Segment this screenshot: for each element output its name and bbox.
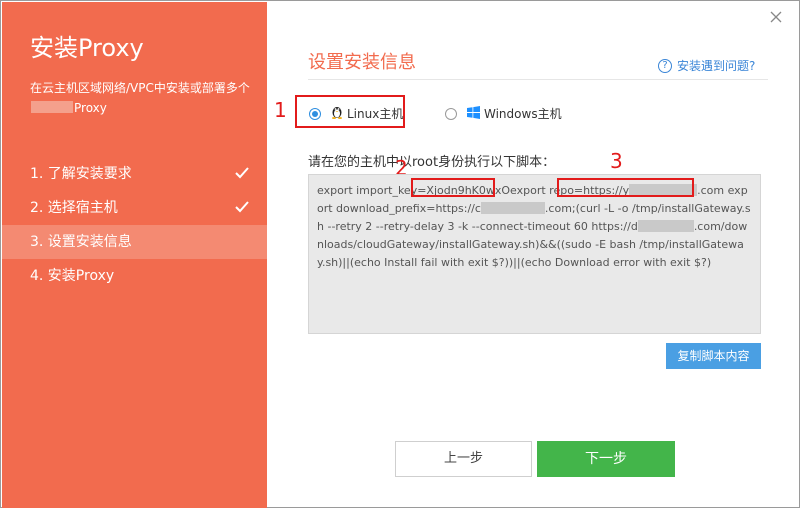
step-label: 4. 安装Proxy — [30, 268, 115, 284]
step-item-requirements[interactable]: 1. 了解安装要求 — [2, 157, 267, 191]
radio-button-unselected[interactable] — [445, 107, 457, 120]
redacted-text — [637, 220, 694, 232]
help-link[interactable]: ? 安装遇到问题? — [658, 57, 755, 74]
annotation-number-3: 3 — [610, 149, 623, 173]
dialog-window: 安装Proxy 在云主机区域网络/VPC中安装或部署多个 Proxy 1. 了解安… — [0, 0, 800, 508]
annotation-number-1: 1 — [274, 98, 287, 122]
step-list: 1. 了解安装要求 2. 选择宿主机 3. 设置安装信息 4. 安装Proxy — [2, 157, 267, 293]
sidebar: 安装Proxy 在云主机区域网络/VPC中安装或部署多个 Proxy 1. 了解安… — [2, 2, 267, 508]
step-label: 1. 了解安装要求 — [30, 166, 132, 182]
radio-windows-host[interactable]: Windows主机 — [445, 105, 562, 122]
divider — [308, 79, 768, 80]
question-icon: ? — [658, 58, 672, 73]
step-label: 3. 设置安装信息 — [30, 234, 132, 250]
step-label: 2. 选择宿主机 — [30, 200, 118, 216]
script-part: export import_key= — [317, 184, 427, 197]
annotation-box-repo-url — [557, 178, 694, 197]
radio-label-linux: Linux主机 — [347, 107, 404, 121]
radio-button-selected[interactable] — [309, 107, 321, 120]
step-item-install-info[interactable]: 3. 设置安装信息 — [2, 225, 267, 259]
step-item-select-host[interactable]: 2. 选择宿主机 — [2, 191, 267, 225]
radio-linux-host[interactable]: Linux主机 — [309, 105, 403, 122]
checkmark-icon — [235, 191, 251, 225]
redacted-text — [480, 202, 545, 214]
sidebar-title: 安装Proxy — [30, 34, 144, 62]
instruction-text: 请在您的主机中以root身份执行以下脚本： — [308, 155, 556, 170]
sidebar-description: 在云主机区域网络/VPC中安装或部署多个 Proxy — [30, 78, 260, 118]
checkmark-icon — [235, 157, 251, 191]
radio-label-windows: Windows主机 — [484, 107, 562, 121]
help-link-label: 安装遇到问题? — [677, 59, 756, 73]
linux-penguin-icon — [331, 105, 343, 122]
previous-step-button[interactable]: 上一步 — [395, 441, 532, 477]
page-title: 设置安装信息 — [308, 52, 416, 73]
sidebar-description-prefix: 在云主机区域网络/VPC中安装或部署多个 — [30, 81, 250, 95]
copy-script-button[interactable]: 复制脚本内容 — [666, 343, 761, 369]
repo-url-end: .com — [697, 184, 725, 197]
close-button[interactable] — [769, 9, 785, 25]
next-step-button[interactable]: 下一步 — [537, 441, 675, 477]
script-textarea[interactable]: export import_key=Xjodn9hK0wxOexport rep… — [308, 174, 761, 334]
sidebar-description-suffix: Proxy — [74, 101, 107, 115]
redacted-text — [31, 101, 73, 113]
step-item-install-proxy[interactable]: 4. 安装Proxy — [2, 259, 267, 293]
windows-logo-icon — [467, 105, 480, 122]
close-icon — [770, 11, 782, 23]
annotation-box-import-key — [411, 178, 495, 197]
